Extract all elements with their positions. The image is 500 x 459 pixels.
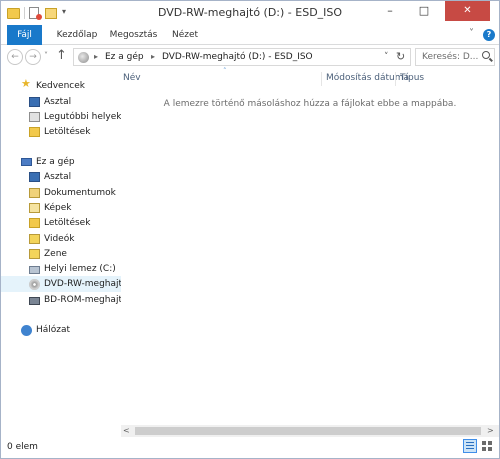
breadcrumb-chevron-icon[interactable]: ▸ <box>151 52 155 61</box>
downloads-icon <box>29 218 40 228</box>
search-icon[interactable] <box>482 51 490 59</box>
network-icon <box>21 325 32 336</box>
up-button[interactable]: ↑ <box>56 48 67 63</box>
nav-recent-places[interactable]: Legutóbbi helyek <box>1 109 121 125</box>
nav-this-pc[interactable]: Ez a gép <box>1 154 121 170</box>
music-icon <box>29 249 40 259</box>
refresh-icon[interactable]: ↻ <box>396 50 405 63</box>
nav-videos-label: Videók <box>44 234 75 244</box>
chevron-down-icon[interactable]: ˅ <box>469 28 474 39</box>
videos-icon <box>29 234 40 244</box>
nav-favorites[interactable]: ★ Kedvencek <box>1 78 121 94</box>
star-icon: ★ <box>21 77 31 90</box>
nav-this-pc-label: Ez a gép <box>36 157 75 167</box>
tab-file[interactable]: Fájl <box>7 25 42 45</box>
scroll-left-icon[interactable]: < <box>123 426 130 435</box>
recent-places-icon <box>29 112 40 122</box>
maximize-button[interactable]: □ <box>411 1 437 21</box>
nav-local-disk-label: Helyi lemez (C:) <box>44 264 116 274</box>
title-bar: ▾ DVD-RW-meghajtó (D:) - ESD_ISO – □ ✕ <box>1 1 499 25</box>
nav-bd-rom-drive-label: BD-ROM-meghajtó <box>44 295 128 305</box>
column-header-name[interactable]: Név <box>123 73 141 83</box>
breadcrumb-this-pc[interactable]: Ez a gép <box>105 52 144 62</box>
nav-recent-places-label: Legutóbbi helyek <box>44 112 122 122</box>
nav-favorites-downloads-label: Letöltések <box>44 127 91 137</box>
item-count: 0 elem <box>7 442 38 452</box>
nav-favorites-label: Kedvencek <box>36 81 85 91</box>
bd-rom-drive-icon <box>29 297 40 305</box>
tab-share[interactable]: Megosztás <box>106 25 161 45</box>
downloads-icon <box>29 127 40 137</box>
nav-favorites-downloads[interactable]: Letöltések <box>1 124 121 140</box>
breadcrumb-current-folder[interactable]: DVD-RW-meghajtó (D:) - ESD_ISO <box>162 52 313 62</box>
back-button[interactable]: ← <box>7 49 23 65</box>
column-header-type[interactable]: Típus <box>400 73 424 83</box>
column-divider[interactable] <box>321 72 322 86</box>
details-view-icon[interactable] <box>463 439 477 453</box>
dvd-drive-icon <box>29 279 40 290</box>
nav-bd-rom-drive[interactable]: BD-ROM-meghajtó <box>1 292 127 308</box>
nav-pc-downloads-label: Letöltések <box>44 218 91 228</box>
navigation-bar: ← → ˅ ↑ ▸ Ez a gép ▸ DVD-RW-meghajtó (D:… <box>1 46 499 68</box>
nav-pc-desktop[interactable]: Asztal <box>1 169 121 185</box>
nav-pc-downloads[interactable]: Letöltések <box>1 215 121 231</box>
recent-locations-icon[interactable]: ˅ <box>44 51 48 60</box>
nav-favorites-desktop[interactable]: Asztal <box>1 94 121 110</box>
minimize-button[interactable]: – <box>377 1 403 21</box>
scroll-right-icon[interactable]: > <box>487 426 494 435</box>
computer-icon <box>78 52 89 63</box>
nav-music[interactable]: Zene <box>1 246 121 262</box>
nav-dvd-rw-drive[interactable]: DVD-RW-meghajtó <box>1 276 128 292</box>
documents-icon <box>29 188 40 198</box>
desktop-icon <box>29 172 40 182</box>
forward-button[interactable]: → <box>25 49 41 65</box>
breadcrumb-chevron-icon[interactable]: ▸ <box>94 52 98 61</box>
help-icon[interactable]: ? <box>483 29 495 41</box>
tab-home[interactable]: Kezdőlap <box>51 25 103 45</box>
navigation-pane: ★ Kedvencek Asztal Legutóbbi helyek Letö… <box>1 68 128 436</box>
desktop-icon <box>29 97 40 107</box>
horizontal-scrollbar[interactable]: < > <box>121 425 499 437</box>
column-header-date-modified[interactable]: Módosítás dátuma <box>326 73 409 83</box>
empty-folder-message: A lemezre történő másoláshoz húzza a fáj… <box>163 99 457 109</box>
large-icons-view-icon[interactable] <box>481 440 493 452</box>
nav-network[interactable]: Hálózat <box>1 322 121 338</box>
hard-drive-icon <box>29 266 40 274</box>
sort-ascending-icon: ˄ <box>223 67 227 75</box>
nav-local-disk-c[interactable]: Helyi lemez (C:) <box>1 261 121 277</box>
close-button[interactable]: ✕ <box>445 1 490 21</box>
nav-videos[interactable]: Videók <box>1 231 121 247</box>
search-input[interactable]: Keresés: D... <box>415 48 495 66</box>
nav-documents-label: Dokumentumok <box>44 188 116 198</box>
column-divider[interactable] <box>395 72 396 86</box>
explorer-window: ▾ DVD-RW-meghajtó (D:) - ESD_ISO – □ ✕ F… <box>0 0 500 459</box>
search-placeholder: Keresés: D... <box>422 52 479 62</box>
nav-pictures-label: Képek <box>44 203 72 213</box>
address-bar[interactable]: ▸ Ez a gép ▸ DVD-RW-meghajtó (D:) - ESD_… <box>73 48 411 66</box>
nav-favorites-desktop-label: Asztal <box>44 97 72 107</box>
scrollbar-thumb[interactable] <box>135 427 481 435</box>
nav-pc-desktop-label: Asztal <box>44 172 72 182</box>
nav-music-label: Zene <box>44 249 67 259</box>
pictures-icon <box>29 203 40 213</box>
file-list[interactable]: ˄ Név Módosítás dátuma Típus A lemezre t… <box>121 67 499 436</box>
nav-network-label: Hálózat <box>36 325 71 335</box>
ribbon-tabs: Fájl Kezdőlap Megosztás Nézet ˅ ? <box>1 25 499 45</box>
status-bar: 0 elem <box>1 437 499 458</box>
nav-pictures[interactable]: Képek <box>1 200 121 216</box>
nav-documents[interactable]: Dokumentumok <box>1 185 121 201</box>
address-dropdown-icon[interactable]: ˅ <box>384 52 389 62</box>
tab-view[interactable]: Nézet <box>166 25 204 45</box>
nav-dvd-rw-drive-label: DVD-RW-meghajtó <box>44 279 128 289</box>
computer-icon <box>21 158 32 166</box>
